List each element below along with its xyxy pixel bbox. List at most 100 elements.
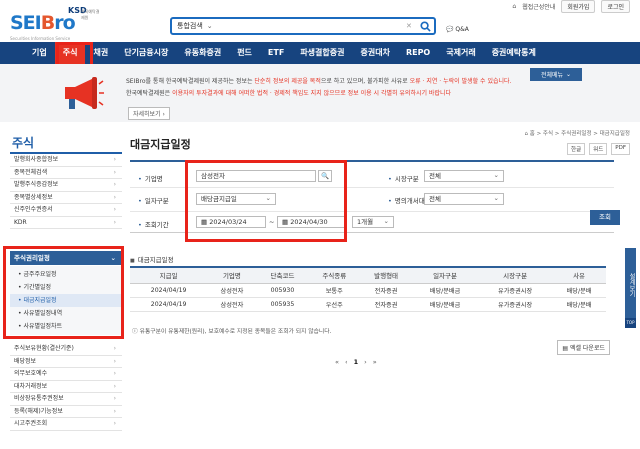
page-number-current[interactable]: 1 [354, 358, 359, 366]
nav-item-abs[interactable]: 유동화증권 [176, 42, 229, 64]
nav-item-money-market[interactable]: 단기금융시장 [116, 42, 176, 64]
chevron-right-icon: › [113, 370, 116, 377]
col-reason[interactable]: 사유 [552, 266, 606, 284]
search-button[interactable] [416, 19, 434, 33]
date-type-label: 일자구분 [138, 195, 169, 205]
pagination: « ‹ 1 › » [335, 358, 377, 366]
nav-item-fund[interactable]: 펀드 [229, 42, 260, 64]
banner-line-2: 한국예탁결제원은 이용자의 투자결과에 대해 어떠한 법적 · 경제적 책임도 … [126, 90, 451, 97]
prev-page-button[interactable]: ‹ [345, 358, 348, 366]
col-pay-date[interactable]: 지급일 [130, 266, 208, 284]
floating-tab-label: 설계보기 [628, 273, 635, 297]
nav-item-intl[interactable]: 국제거래 [438, 42, 483, 64]
accessibility-link[interactable]: 웹접근성안내 [522, 2, 555, 11]
nav-item-etf[interactable]: ETF [260, 42, 292, 64]
megaphone-icon [65, 77, 104, 109]
nav-item-stats[interactable]: 증권예탁통계 [484, 42, 544, 64]
sidebar-item[interactable]: 발행주식증감정보 › [10, 179, 122, 192]
more-button[interactable]: 자세히보기 › [128, 107, 170, 120]
floating-side-tab[interactable]: 설계보기 TOP [625, 248, 636, 328]
cell: 2024/04/19 [130, 283, 208, 298]
col-date-type[interactable]: 일자구분 [411, 266, 479, 284]
home-icon[interactable]: ⌂ [512, 3, 516, 10]
table-row[interactable]: 2024/04/19 삼성전자 005935 우선주 전자증권 배당/분배금 유… [130, 297, 606, 312]
last-page-button[interactable]: » [373, 358, 377, 366]
chevron-right-icon: › [113, 345, 116, 352]
col-stock-type[interactable]: 주식종류 [308, 266, 361, 284]
sidebar-item[interactable]: 종목전체검색 › [10, 167, 122, 179]
sidebar-item[interactable]: 의무보호예수 › [10, 368, 122, 381]
join-button[interactable]: 회원가입 [561, 0, 596, 13]
qna-link[interactable]: 💬 Q&A [446, 26, 469, 33]
sidebar-item[interactable]: 비상장유통주권정보 › [10, 393, 122, 406]
cell: 유가증권시장 [478, 283, 553, 298]
chevron-right-icon: › [113, 156, 116, 163]
sidebar-item[interactable]: 주식보유현황(결산기준) › [10, 343, 122, 356]
chevron-right-icon: › [113, 407, 116, 415]
sidebar-item[interactable]: 등록(해제)기능정보 › [10, 406, 122, 418]
col-issue-type[interactable]: 발행형태 [360, 266, 412, 284]
search-category-select[interactable]: 통합검색 [172, 21, 227, 31]
sidebar-item[interactable]: 시고주권조회 › [10, 418, 122, 431]
chevron-right-icon: › [113, 420, 116, 427]
nav-item-repo[interactable]: REPO [398, 42, 438, 64]
table-header-row: 지급일 기업명 단축코드 주식종류 발행형태 일자구분 시장구분 사유 [130, 266, 606, 284]
chevron-right-icon: › [113, 181, 116, 188]
search-submit-button[interactable]: 조회 [590, 210, 620, 225]
sidebar-item[interactable]: 대차거래정보 › [10, 381, 122, 393]
agent-select[interactable]: 전체 [424, 193, 504, 205]
cell: 005935 [256, 297, 309, 312]
login-button[interactable]: 로그인 [601, 0, 630, 13]
logo-wordmark: SEIBro [10, 12, 76, 34]
export-hangul-button[interactable]: 한글 [567, 143, 586, 155]
seibro-logo[interactable]: SEIBro KSD 한국예탁결제원 Securities Informatio… [10, 6, 100, 41]
sidebar-item[interactable]: 신주인수권증서 › [10, 204, 122, 217]
all-menu-button[interactable]: 전체메뉴 ⌄ [530, 68, 582, 81]
company-label: 기업명 [138, 173, 163, 183]
next-page-button[interactable]: › [364, 358, 367, 366]
chat-icon: 💬 [446, 26, 454, 33]
cell: 배당/분배 [552, 297, 606, 312]
logo-tagline: Securities Information Service [10, 36, 71, 41]
sidebar-item[interactable]: 종목별상세정보 › [10, 192, 122, 204]
first-page-button[interactable]: « [335, 358, 339, 366]
cell: 배당/분배 [552, 283, 606, 298]
clear-icon[interactable]: ✕ [406, 22, 416, 30]
export-pdf-button[interactable]: PDF [611, 143, 630, 155]
all-menu-label: 전체메뉴 [540, 72, 564, 79]
search-icon [419, 20, 431, 32]
download-icon: ▤ [562, 345, 570, 352]
cell: 005930 [256, 283, 309, 298]
highlight-box-form [185, 160, 347, 242]
nav-item-derivatives[interactable]: 파생결합증권 [292, 42, 352, 64]
chevron-right-icon: › [113, 357, 116, 365]
search-input[interactable] [227, 19, 406, 33]
excel-download-button[interactable]: ▤ 엑셀 다운로드 [557, 340, 610, 355]
sidebar-menu-lower: 주식보유현황(결산기준) › 배당정보 › 의무보호예수 › 대차거래정보 › 비상장유… [10, 343, 122, 431]
nav-item-company[interactable]: 기업 [24, 42, 55, 64]
chevron-right-icon: › [113, 193, 116, 201]
col-code[interactable]: 단축코드 [256, 266, 309, 284]
highlight-box-sidebar [3, 246, 124, 339]
col-market[interactable]: 시장구분 [478, 266, 553, 284]
nav-item-lending[interactable]: 증권대차 [352, 42, 397, 64]
scroll-top-button[interactable]: TOP [625, 318, 636, 328]
cell: 우선주 [308, 297, 361, 312]
sidebar-item[interactable]: 발행회사종합정보 › [10, 154, 122, 167]
breadcrumb: ⌂ 홈 > 주식 > 주식권리일정 > 대금지급일정 [524, 131, 630, 137]
sidebar-item[interactable]: 배당정보 › [10, 356, 122, 368]
cell: 배당/분배금 [411, 283, 479, 298]
period-select[interactable]: 1개월 [352, 216, 394, 228]
sidebar-menu: 발행회사종합정보 › 종목전체검색 › 발행주식증감정보 › 종목별상세정보 › 신주인… [10, 154, 122, 229]
col-company[interactable]: 기업명 [207, 266, 257, 284]
global-search-bar: 통합검색 ✕ [170, 17, 436, 35]
results-table: 지급일 기업명 단축코드 주식종류 발행형태 일자구분 시장구분 사유 2024… [130, 266, 606, 312]
sidebar-item[interactable]: KDR › [10, 217, 122, 229]
chevron-down-icon: ⌄ [566, 71, 572, 78]
table-row[interactable]: 2024/04/19 삼성전자 005930 보통주 전자증권 배당/분배금 유… [130, 283, 606, 298]
export-word-button[interactable]: 워드 [589, 143, 608, 155]
cell: 삼성전자 [207, 297, 257, 312]
table-title: 대금지급일정 [130, 254, 174, 264]
market-select[interactable]: 전체 [424, 170, 504, 182]
ksd-subtitle: 한국예탁결제원 [81, 9, 100, 20]
